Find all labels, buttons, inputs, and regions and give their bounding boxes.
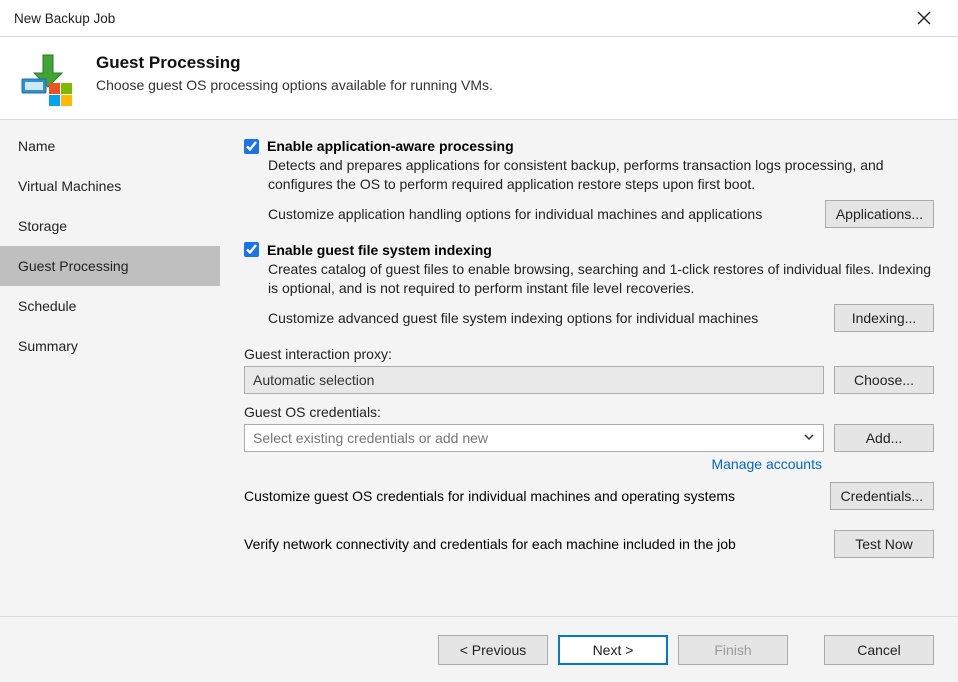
sidebar-item-schedule[interactable]: Schedule — [0, 286, 220, 326]
creds-row: Select existing credentials or add new A… — [244, 424, 934, 452]
sidebar-item-name[interactable]: Name — [0, 126, 220, 166]
app-aware-row[interactable]: Enable application-aware processing — [244, 138, 934, 154]
sidebar-item-storage[interactable]: Storage — [0, 206, 220, 246]
wizard-footer: < Previous Next > Finish Cancel — [0, 616, 958, 682]
app-aware-block: Enable application-aware processing Dete… — [244, 138, 934, 228]
indexing-row[interactable]: Enable guest file system indexing — [244, 242, 934, 258]
choose-proxy-button[interactable]: Choose... — [834, 366, 934, 394]
applications-button[interactable]: Applications... — [825, 200, 934, 228]
app-aware-sub-row: Customize application handling options f… — [268, 200, 934, 228]
wizard-header: Guest Processing Choose guest OS process… — [0, 37, 958, 119]
page-subtitle: Choose guest OS processing options avail… — [96, 77, 493, 93]
wizard-sidebar: Name Virtual Machines Storage Guest Proc… — [0, 120, 220, 616]
proxy-row: Automatic selection Choose... — [244, 366, 934, 394]
indexing-title: Enable guest file system indexing — [267, 242, 492, 258]
app-aware-sub-text: Customize application handling options f… — [268, 206, 813, 222]
sidebar-item-guest-processing[interactable]: Guest Processing — [0, 246, 220, 286]
wizard-content: Enable application-aware processing Dete… — [220, 120, 958, 616]
previous-button[interactable]: < Previous — [438, 635, 548, 665]
chevron-down-icon — [803, 430, 815, 446]
sidebar-item-virtual-machines[interactable]: Virtual Machines — [0, 166, 220, 206]
manage-accounts-row: Manage accounts — [244, 456, 934, 472]
verify-row: Verify network connectivity and credenti… — [244, 530, 934, 558]
indexing-button[interactable]: Indexing... — [834, 304, 934, 332]
indexing-desc: Creates catalog of guest files to enable… — [268, 260, 934, 298]
manage-accounts-link[interactable]: Manage accounts — [711, 456, 822, 472]
wizard-body: Name Virtual Machines Storage Guest Proc… — [0, 119, 958, 616]
verify-text: Verify network connectivity and credenti… — [244, 536, 822, 552]
test-now-button[interactable]: Test Now — [834, 530, 934, 558]
page-title: Guest Processing — [96, 53, 493, 73]
app-aware-desc: Detects and prepares applications for co… — [268, 156, 934, 194]
indexing-block: Enable guest file system indexing Create… — [244, 242, 934, 332]
close-icon — [917, 11, 931, 25]
credentials-customize-row: Customize guest OS credentials for indiv… — [244, 482, 934, 510]
creds-placeholder: Select existing credentials or add new — [253, 430, 488, 446]
app-aware-checkbox[interactable] — [244, 139, 259, 154]
indexing-sub-row: Customize advanced guest file system ind… — [268, 304, 934, 332]
wizard-window: New Backup Job Guest Processing Choose g… — [0, 0, 958, 682]
guest-processing-icon — [18, 53, 78, 107]
titlebar: New Backup Job — [0, 0, 958, 36]
cancel-button[interactable]: Cancel — [824, 635, 934, 665]
next-button[interactable]: Next > — [558, 635, 668, 665]
credentials-customize-text: Customize guest OS credentials for indiv… — [244, 488, 818, 504]
sidebar-item-summary[interactable]: Summary — [0, 326, 220, 366]
indexing-checkbox[interactable] — [244, 242, 259, 257]
window-title: New Backup Job — [14, 11, 902, 26]
finish-button: Finish — [678, 635, 788, 665]
header-text: Guest Processing Choose guest OS process… — [96, 53, 493, 93]
proxy-value: Automatic selection — [253, 372, 374, 388]
indexing-sub-text: Customize advanced guest file system ind… — [268, 310, 822, 326]
credentials-button[interactable]: Credentials... — [830, 482, 934, 510]
close-button[interactable] — [902, 3, 946, 33]
add-creds-button[interactable]: Add... — [834, 424, 934, 452]
creds-label: Guest OS credentials: — [244, 404, 934, 420]
proxy-textbox: Automatic selection — [244, 366, 824, 394]
creds-select[interactable]: Select existing credentials or add new — [244, 424, 824, 452]
proxy-label: Guest interaction proxy: — [244, 346, 934, 362]
app-aware-title: Enable application-aware processing — [267, 138, 514, 154]
